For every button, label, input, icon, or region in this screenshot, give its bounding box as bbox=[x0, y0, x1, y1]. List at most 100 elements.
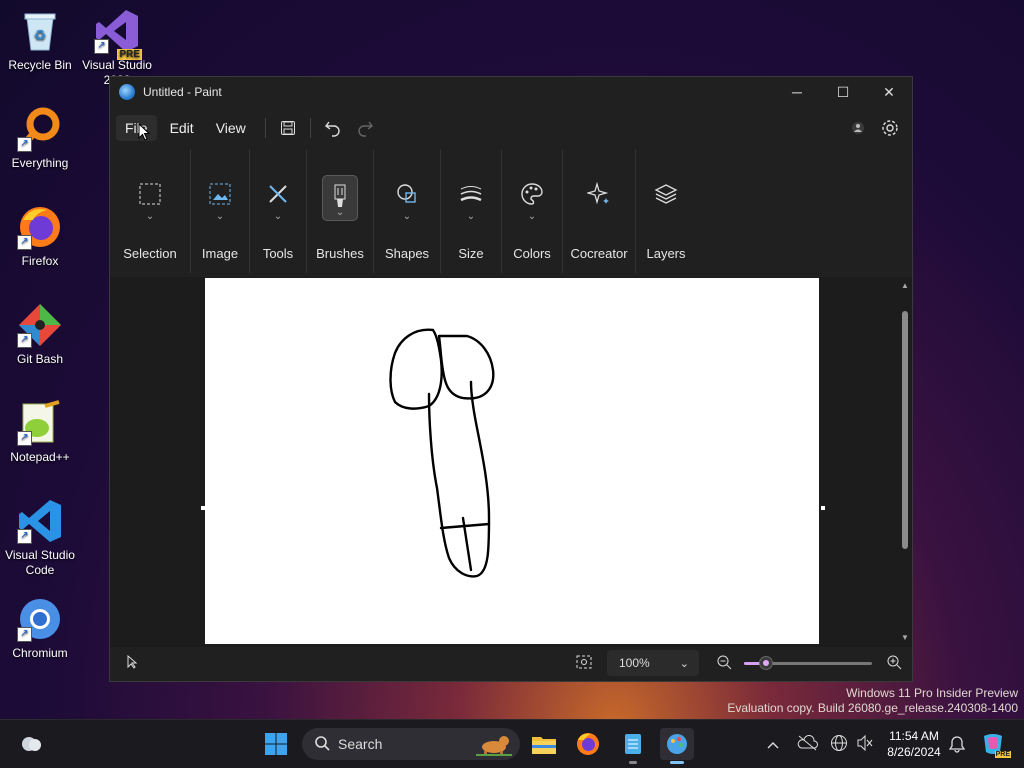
sparkle-icon bbox=[582, 177, 616, 211]
account-icon[interactable] bbox=[842, 114, 874, 142]
taskbar-search[interactable]: Search bbox=[302, 728, 520, 760]
desktop-icon-git-bash[interactable]: ↗ Git Bash bbox=[0, 302, 80, 367]
window-title: Untitled - Paint bbox=[143, 85, 222, 99]
scroll-up-icon[interactable]: ▲ bbox=[901, 281, 909, 290]
ribbon-label: Selection bbox=[123, 246, 177, 261]
desktop-icon-notepad-plus-plus[interactable]: ↗ Notepad++ bbox=[0, 400, 80, 465]
taskbar-clock[interactable]: 11:54 AM 8/26/2024 bbox=[880, 728, 948, 760]
paint-app-icon bbox=[119, 84, 135, 100]
desktop-icon-chromium[interactable]: ↗ Chromium bbox=[0, 596, 80, 661]
zoom-slider[interactable] bbox=[744, 656, 872, 670]
notification-bell-icon[interactable] bbox=[940, 728, 974, 760]
desktop-icon-label: Everything bbox=[11, 156, 69, 170]
ribbon-group-size[interactable]: ⌄ Size bbox=[441, 149, 502, 273]
taskbar-paint-icon[interactable] bbox=[660, 728, 694, 764]
search-icon bbox=[314, 735, 330, 754]
ribbon-label: Cocreator bbox=[570, 246, 628, 261]
ribbon-group-shapes[interactable]: ⌄ Shapes bbox=[374, 149, 441, 273]
taskbar-firefox-icon[interactable] bbox=[571, 728, 605, 760]
desktop-icon-recycle-bin[interactable]: ♻ Recycle Bin bbox=[0, 8, 80, 73]
ribbon-label: Size bbox=[458, 246, 484, 261]
ribbon-group-selection[interactable]: ⌄ Selection bbox=[110, 149, 191, 273]
menu-file[interactable]: File bbox=[116, 115, 157, 141]
shortcut-arrow-icon: ↗ bbox=[17, 431, 32, 446]
chevron-down-icon: ⌄ bbox=[679, 657, 689, 670]
pre-badge: PRE bbox=[117, 49, 142, 60]
save-icon[interactable] bbox=[272, 114, 304, 142]
undo-icon[interactable] bbox=[317, 114, 349, 142]
canvas-area: ▲ ▼ bbox=[110, 277, 912, 647]
onedrive-offline-icon[interactable] bbox=[796, 734, 826, 754]
shortcut-arrow-icon: ↗ bbox=[17, 333, 32, 348]
desktop-icon-label: Recycle Bin bbox=[8, 58, 72, 72]
cursor-position-icon bbox=[126, 654, 138, 672]
system-tray bbox=[764, 720, 880, 768]
vertical-scrollbar[interactable]: ▲ ▼ bbox=[901, 281, 909, 642]
desktop-icon-label: Git Bash bbox=[16, 352, 64, 366]
zoom-in-icon[interactable] bbox=[886, 654, 902, 673]
canvas-resize-handle-left[interactable] bbox=[201, 506, 205, 510]
watermark-line-1: Windows 11 Pro Insider Preview bbox=[846, 686, 1018, 700]
search-placeholder: Search bbox=[338, 736, 383, 752]
desktop-icon-label: Chromium bbox=[12, 646, 68, 660]
minimize-button[interactable]: ─ bbox=[774, 77, 820, 107]
ribbon-group-brushes[interactable]: ⌄ Brushes bbox=[307, 149, 374, 273]
menu-edit[interactable]: Edit bbox=[161, 115, 203, 141]
desktop-icon-firefox[interactable]: ↗ Firefox bbox=[0, 204, 80, 269]
weather-widget-icon[interactable] bbox=[14, 728, 48, 760]
desktop-icon-label: Notepad++ bbox=[10, 450, 70, 464]
zoom-slider-thumb[interactable] bbox=[758, 656, 773, 670]
redo-icon[interactable] bbox=[349, 114, 381, 142]
shortcut-arrow-icon: ↗ bbox=[17, 529, 32, 544]
ribbon-group-cocreator[interactable]: Cocreator bbox=[563, 149, 636, 273]
status-bar: 100% ⌄ bbox=[110, 645, 912, 681]
shortcut-arrow-icon: ↗ bbox=[17, 235, 32, 250]
canvas-resize-handle-right[interactable] bbox=[821, 506, 825, 510]
ribbon: ⌄ Selection ⌄ Image ⌄ Tools ⌄ Brushes ⌄ … bbox=[110, 149, 912, 273]
start-button[interactable] bbox=[259, 728, 293, 760]
chevron-down-icon: ⌄ bbox=[273, 211, 283, 222]
everything-icon: ↗ bbox=[17, 106, 63, 152]
clock-date: 8/26/2024 bbox=[887, 745, 941, 759]
ribbon-label: Colors bbox=[513, 246, 551, 261]
taskbar-notepad-icon[interactable] bbox=[616, 728, 650, 764]
menu-view[interactable]: View bbox=[207, 115, 255, 141]
watermark-line-2: Evaluation copy. Build 26080.ge_release.… bbox=[727, 701, 1018, 715]
zoom-out-icon[interactable] bbox=[716, 654, 732, 673]
notepad-plus-plus-icon: ↗ bbox=[17, 400, 63, 446]
search-highlight-dog-icon bbox=[474, 731, 514, 760]
tools-icon bbox=[261, 177, 295, 211]
firefox-icon: ↗ bbox=[17, 204, 63, 250]
ribbon-group-tools[interactable]: ⌄ Tools bbox=[250, 149, 307, 273]
fit-to-window-icon[interactable] bbox=[576, 655, 592, 672]
recycle-bin-icon: ♻ bbox=[17, 8, 63, 54]
drawing-canvas[interactable] bbox=[205, 278, 819, 644]
desktop-icon-vscode[interactable]: ↗ Visual Studio Code bbox=[0, 498, 80, 578]
settings-gear-icon[interactable] bbox=[874, 114, 906, 142]
close-button[interactable]: ✕ bbox=[866, 77, 912, 107]
ribbon-group-image[interactable]: ⌄ Image bbox=[191, 149, 250, 273]
mouse-cursor-icon bbox=[138, 122, 151, 146]
ribbon-group-layers[interactable]: Layers bbox=[636, 149, 696, 273]
scroll-down-icon[interactable]: ▼ bbox=[901, 633, 909, 642]
size-icon bbox=[454, 177, 488, 211]
chevron-up-icon[interactable] bbox=[764, 736, 782, 752]
visual-studio-icon: PRE ↗ bbox=[94, 8, 142, 60]
ribbon-label: Shapes bbox=[384, 246, 430, 261]
maximize-button[interactable]: ☐ bbox=[820, 77, 866, 107]
desktop-icon-everything[interactable]: ↗ Everything bbox=[0, 106, 80, 171]
svg-text:♻: ♻ bbox=[34, 28, 47, 44]
ribbon-group-colors[interactable]: ⌄ Colors bbox=[502, 149, 563, 273]
paint-window: Untitled - Paint ─ ☐ ✕ File Edit View ⌄ … bbox=[109, 76, 913, 682]
copilot-icon[interactable]: PRE bbox=[976, 728, 1011, 760]
chromium-icon: ↗ bbox=[17, 596, 63, 642]
ribbon-label: Brushes bbox=[316, 246, 364, 261]
zoom-select[interactable]: 100% ⌄ bbox=[607, 650, 699, 676]
network-globe-icon[interactable] bbox=[830, 734, 856, 755]
file-explorer-icon[interactable] bbox=[527, 728, 561, 760]
scrollbar-thumb[interactable] bbox=[902, 311, 908, 549]
volume-muted-icon[interactable] bbox=[856, 734, 880, 754]
selection-icon bbox=[133, 177, 167, 211]
menu-separator bbox=[309, 118, 311, 138]
active-app-indicator bbox=[670, 761, 684, 764]
